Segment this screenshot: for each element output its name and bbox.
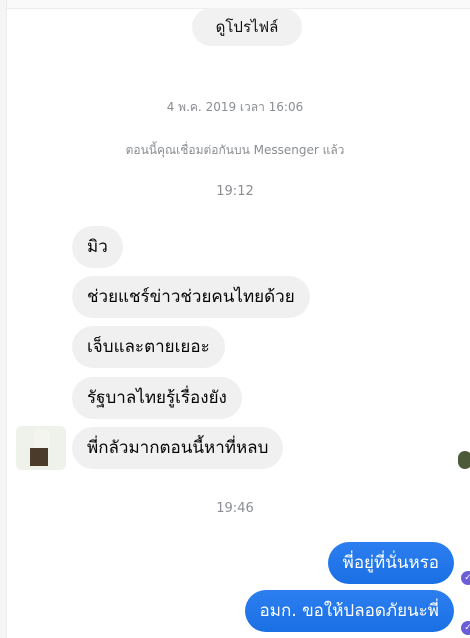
sender-avatar[interactable]: [16, 426, 66, 470]
view-profile-button[interactable]: ดูโปรไฟล์: [192, 8, 302, 46]
avatar-image: [30, 448, 48, 466]
delivered-check-icon: ✓: [461, 621, 470, 635]
outgoing-message[interactable]: อมก. ขอให้ปลอดภัยนะพี่: [244, 590, 454, 632]
incoming-message[interactable]: พี่กลัวมากตอนนี้หาที่หลบ: [72, 427, 284, 469]
delivered-check-icon: ✓: [461, 571, 470, 585]
incoming-message[interactable]: รัฐบาลไทยรู้เรื่องยัง: [72, 377, 242, 419]
incoming-message[interactable]: ช่วยแชร์ข่าวช่วยคนไทยด้วย: [72, 276, 310, 318]
incoming-message[interactable]: เจ็บและตายเยอะ: [72, 326, 225, 368]
timestamp-divider: 19:46: [216, 501, 254, 516]
avatar-highlight: [34, 430, 50, 448]
conversation-date: 4 พ.ค. 2019 เวลา 16:06: [166, 100, 304, 114]
connected-notice: ตอนนี้คุณเชื่อมต่อกันบน Messenger แล้ว: [125, 143, 345, 157]
outgoing-message[interactable]: พี่อยู่ที่นั่นหรอ: [327, 542, 454, 584]
window-left-edge: [0, 0, 7, 638]
incoming-message[interactable]: มิว: [72, 226, 123, 268]
timestamp-divider: 19:12: [216, 184, 254, 199]
read-receipt-avatar: [458, 451, 470, 469]
